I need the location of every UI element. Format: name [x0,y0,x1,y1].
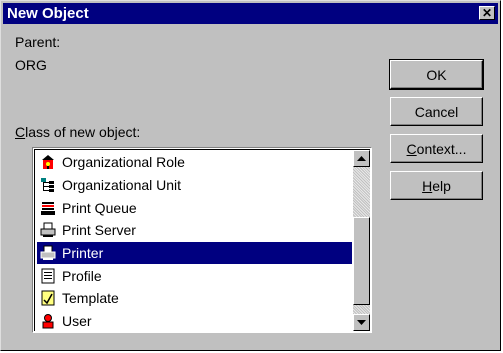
list-item-label: Printer [62,245,104,262]
print-queue-icon [41,201,55,215]
close-button[interactable]: ✕ [479,6,495,20]
list-item[interactable]: Profile [37,264,352,287]
list-item-label: Print Queue [62,199,137,216]
class-label-text: lass of new object: [25,124,141,140]
help-button[interactable]: Help [390,171,483,200]
list-item-label: Print Server [62,222,136,239]
cancel-button[interactable]: Cancel [390,97,483,126]
print-server-icon [40,222,56,238]
vertical-scrollbar[interactable] [353,150,370,331]
context-button-accel: C [406,140,417,157]
close-icon: ✕ [481,6,493,20]
context-button[interactable]: Context... [390,134,483,163]
scroll-up-button[interactable] [353,150,370,167]
help-button-accel: H [422,177,433,194]
list-item-label: Template [62,290,119,307]
window-title: New Object [7,5,89,22]
arrow-up-icon [357,155,366,161]
list-item-label: Organizational Unit [62,177,182,194]
parent-value: ORG [15,57,47,73]
cancel-button-label: Cancel [414,103,459,120]
class-label: Class of new object: [15,124,140,140]
title-bar[interactable]: New Object ✕ [3,3,498,24]
list-item[interactable]: Organizational Unit [37,174,352,197]
list-item-label: User [62,313,92,330]
new-object-dialog: New Object ✕ Parent: ORG Class of new ob… [0,0,501,351]
scroll-thumb[interactable] [353,217,370,305]
parent-label: Parent: [15,34,61,50]
printer-icon [40,245,56,261]
scroll-down-button[interactable] [353,314,370,331]
context-button-label: ontext... [416,140,467,157]
profile-icon [41,268,55,284]
list-item[interactable]: Template [37,287,352,310]
arrow-down-icon [357,319,366,325]
help-button-label: elp [432,177,451,194]
list-item[interactable]: Organizational Role [37,151,352,174]
list-item-label: Profile [62,267,102,284]
list-item[interactable]: Printer [37,241,352,265]
organizational-role-icon [42,155,54,170]
list-item[interactable]: User [37,310,352,333]
list-item[interactable]: Print Server [37,219,352,242]
user-icon [42,314,54,329]
class-label-accel: C [15,124,26,140]
list-item[interactable]: Print Queue [37,196,352,219]
template-icon [41,290,55,306]
organizational-unit-icon [41,178,54,193]
ok-button-label: OK [426,66,447,83]
class-list: Organizational Role Organizational Unit [37,151,352,333]
list-item-label: Organizational Role [62,154,185,171]
ok-button[interactable]: OK [389,59,484,90]
class-listbox[interactable]: Organizational Role Organizational Unit [32,147,372,333]
